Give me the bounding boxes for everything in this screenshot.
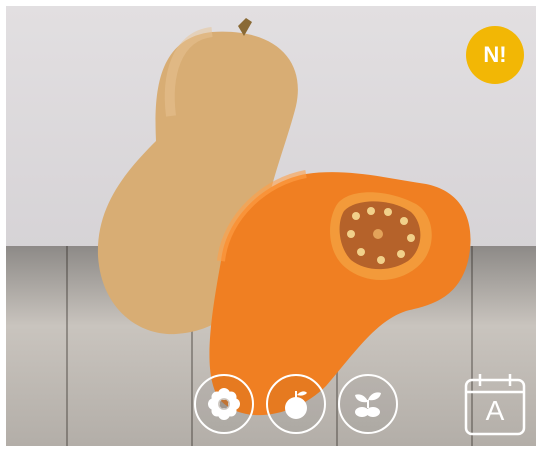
fruit-button[interactable]: [266, 374, 326, 434]
calendar-button[interactable]: A: [464, 372, 526, 436]
new-badge-text: N!: [483, 42, 507, 67]
seedling-button[interactable]: [338, 374, 398, 434]
flower-icon: [208, 388, 240, 420]
flower-button[interactable]: [194, 374, 254, 434]
seedling-icon: [355, 392, 381, 417]
new-badge: N!: [466, 26, 524, 84]
feature-icon-row: [194, 374, 398, 434]
fruit-icon: [285, 391, 307, 419]
calendar-letter: A: [485, 395, 505, 426]
product-card: N! A: [6, 6, 536, 446]
